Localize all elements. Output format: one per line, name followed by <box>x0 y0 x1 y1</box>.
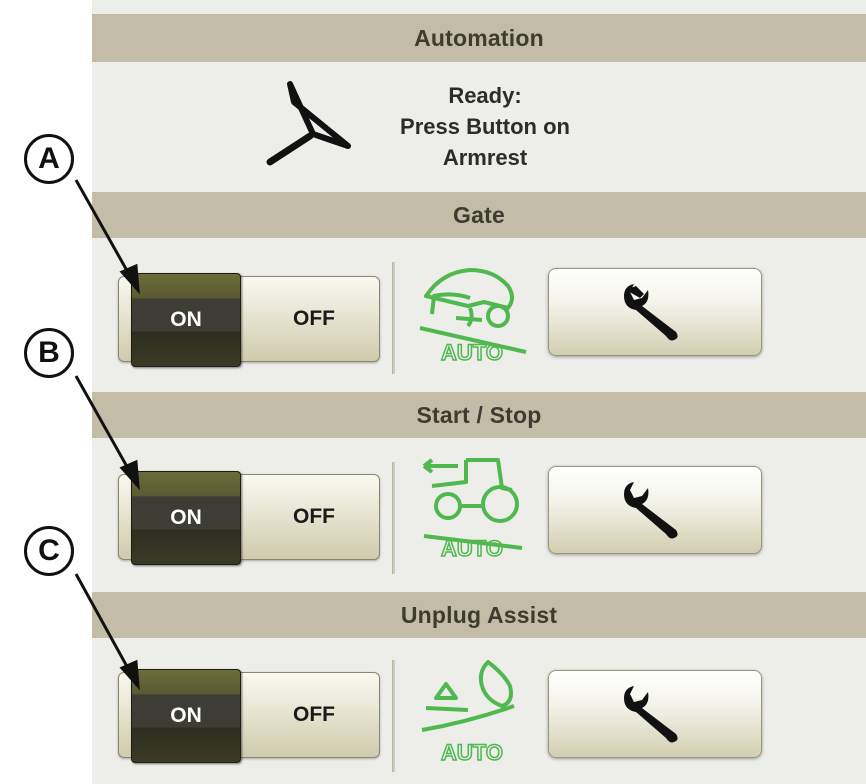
status-ready: Ready: <box>448 83 522 108</box>
gate-off-button[interactable]: OFF <box>259 277 369 361</box>
start-stop-toggle[interactable]: ON OFF <box>118 471 380 565</box>
start-stop-title: Start / Stop <box>416 401 542 428</box>
automation-header: Automation <box>92 14 866 62</box>
wrench-icon <box>624 686 678 743</box>
unplug-assist-auto-label: AUTO <box>441 740 503 765</box>
gate-on-button[interactable]: ON <box>131 273 241 367</box>
status-instruction: Press Button on <box>400 114 570 139</box>
armrest-button-icon <box>266 81 351 166</box>
unplug-assist-off-button[interactable]: OFF <box>259 673 369 757</box>
start-stop-header: Start / Stop <box>92 392 866 438</box>
gate-title: Gate <box>453 201 505 228</box>
automation-status: Ready: Press Button on Armrest <box>355 80 615 173</box>
callout-a: A <box>24 134 74 184</box>
callout-b: B <box>24 328 74 378</box>
wrench-icon <box>624 284 678 341</box>
gate-header: Gate <box>92 192 866 238</box>
unplug-assist-settings-button[interactable] <box>548 670 762 758</box>
unplug-assist-toggle[interactable]: ON OFF <box>118 669 380 763</box>
unplug-assist-title: Unplug Assist <box>400 601 558 628</box>
callout-c: C <box>24 526 74 576</box>
gate-divider <box>392 262 395 374</box>
start-stop-off-button[interactable]: OFF <box>259 475 369 559</box>
gate-auto-icon: AUTO <box>419 268 527 366</box>
unplug-auto-icon: AUTO <box>421 660 515 766</box>
unplug-assist-header: Unplug Assist <box>92 592 866 638</box>
status-armrest: Armrest <box>442 145 528 170</box>
gate-settings-button[interactable] <box>548 268 762 356</box>
wrench-icon <box>624 482 678 539</box>
start-stop-divider <box>392 462 395 574</box>
start-stop-on-button[interactable]: ON <box>131 471 241 565</box>
automation-title: Automation <box>414 24 544 51</box>
unplug-assist-divider <box>392 660 395 772</box>
gate-toggle[interactable]: ON OFF <box>118 273 380 367</box>
start-stop-settings-button[interactable] <box>548 466 762 554</box>
tractor-auto-icon: AUTO <box>422 458 523 562</box>
unplug-assist-on-button[interactable]: ON <box>131 669 241 763</box>
